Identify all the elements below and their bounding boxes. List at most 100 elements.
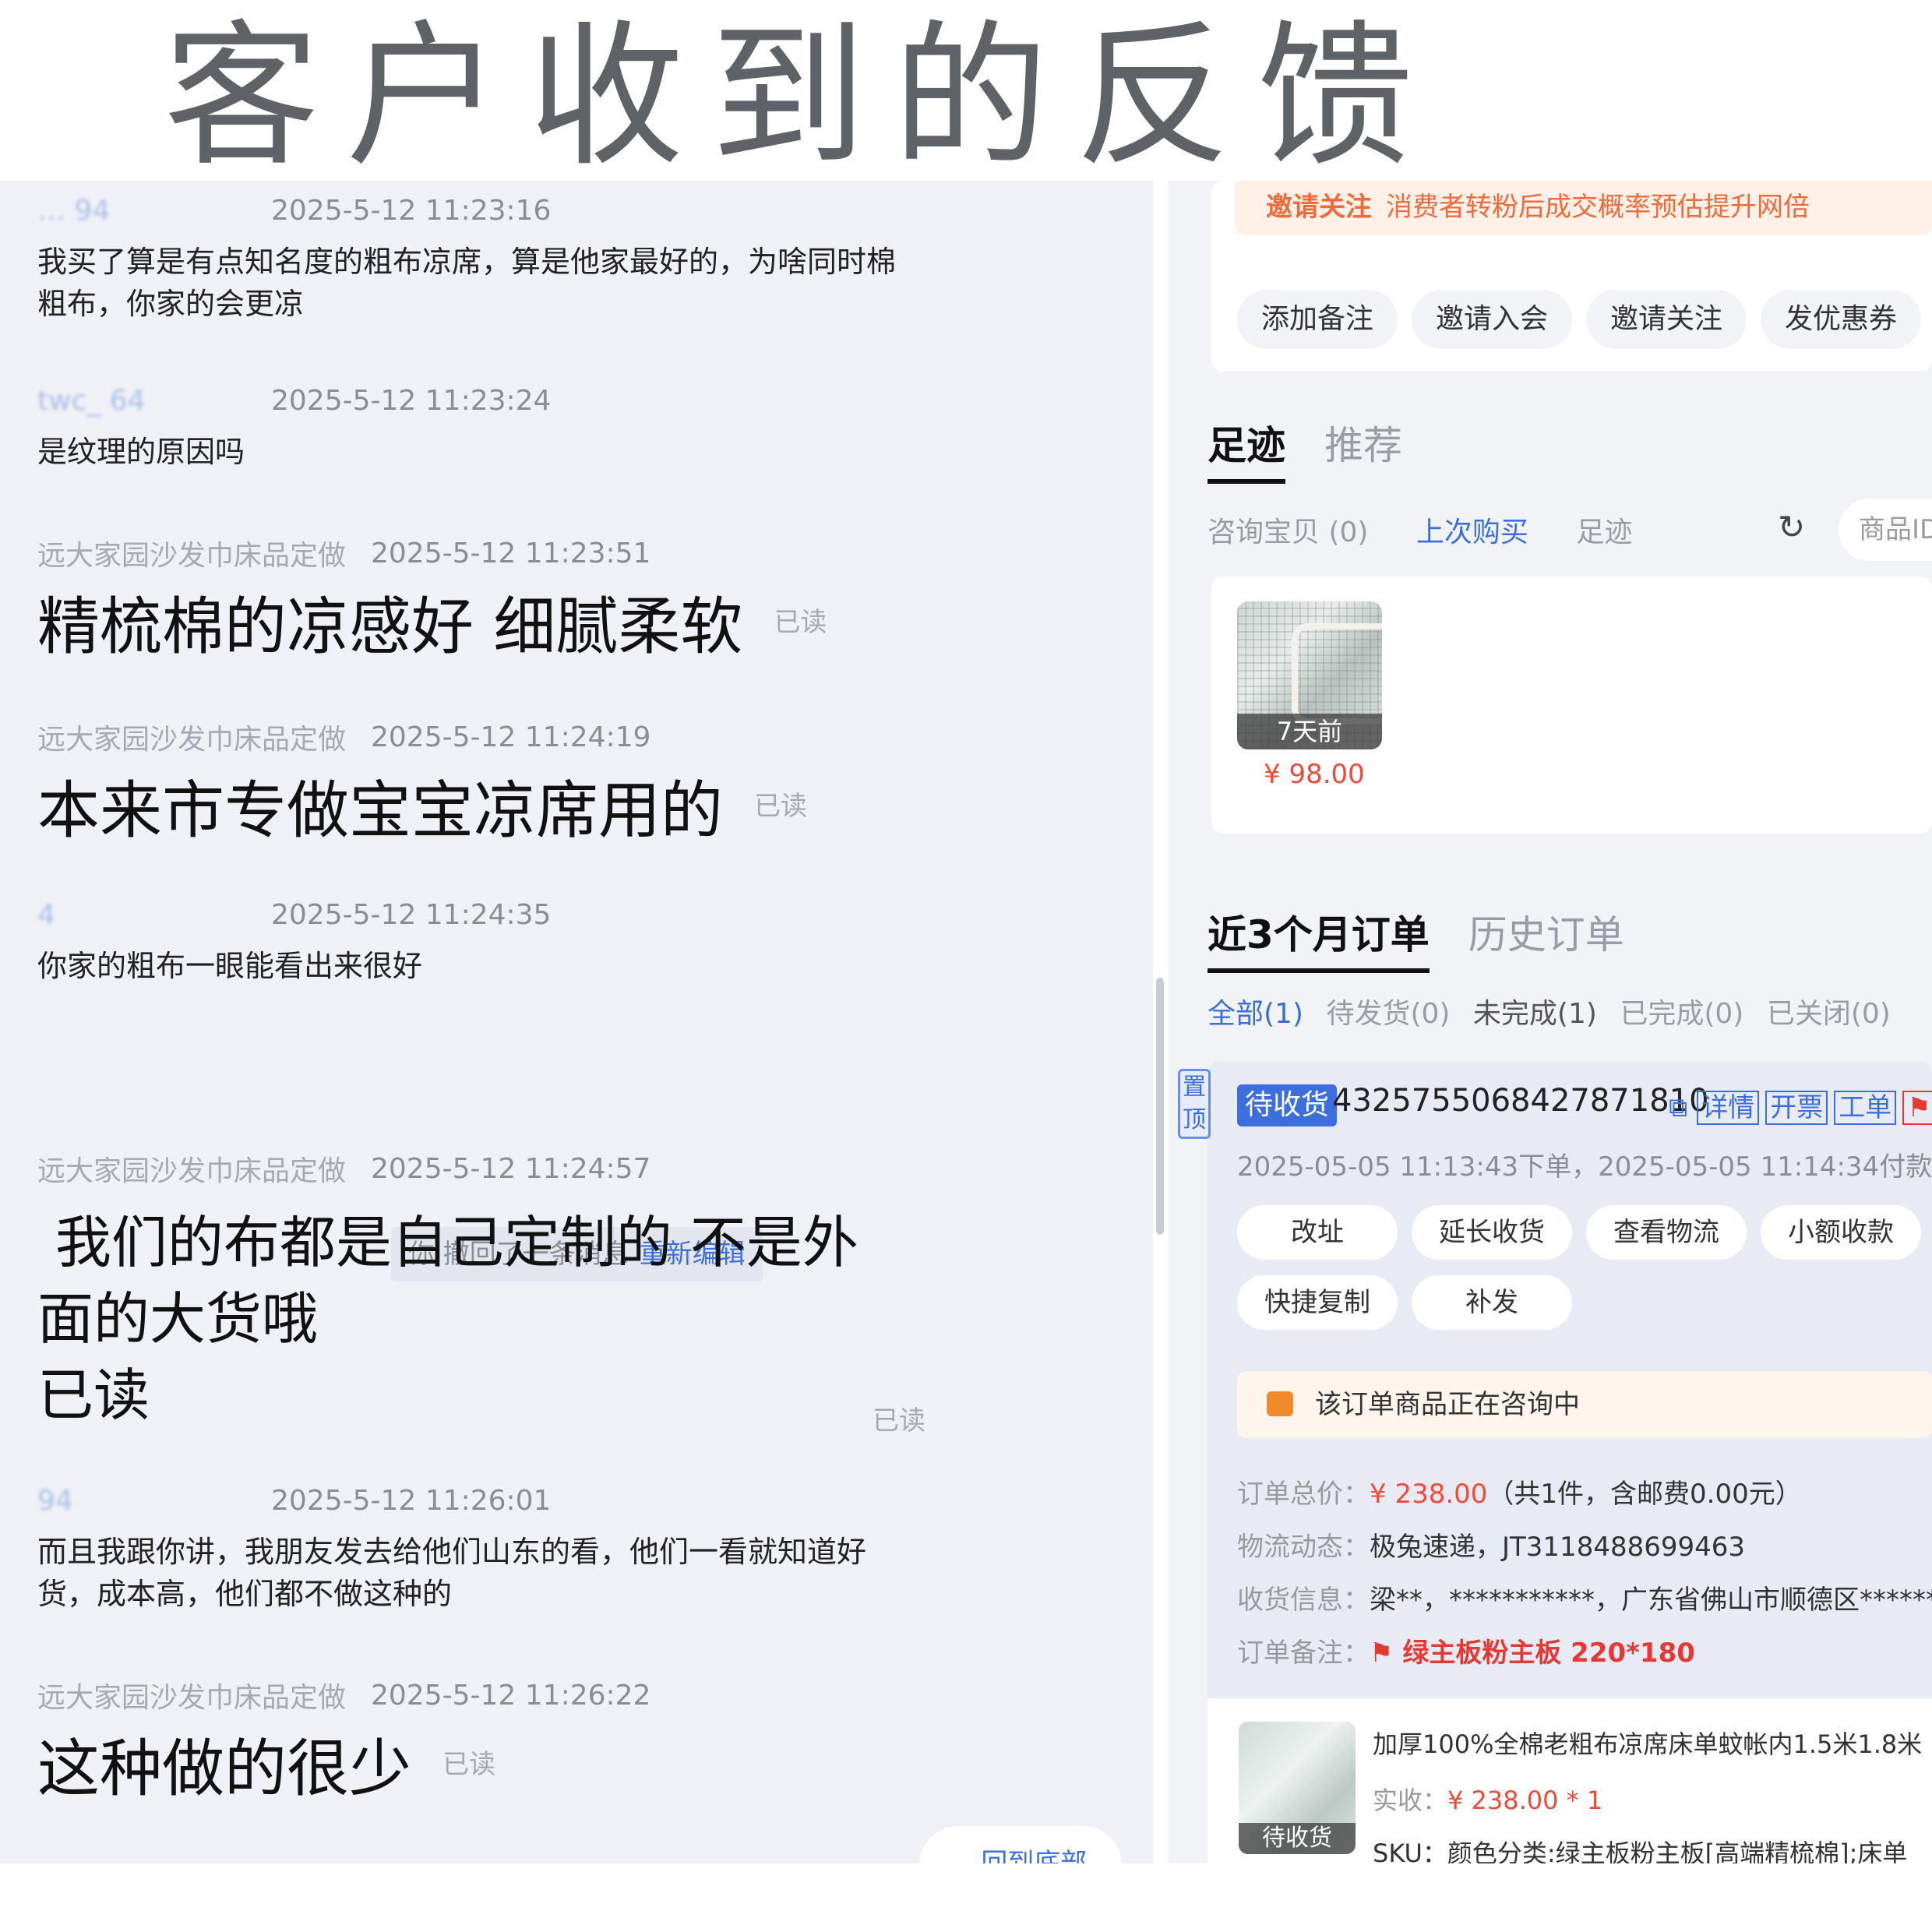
promo-text: 消费者转粉后成交概率预估提升网倍 (1386, 192, 1810, 223)
copy-icon[interactable]: ⧉ (1666, 1092, 1690, 1123)
viewed-time: 7天前 (1237, 714, 1382, 749)
invite-member-button[interactable]: 邀请入会 (1412, 290, 1572, 349)
order-links: ⧉ 详情 开票 工单 ⚑ (1666, 1086, 1932, 1125)
message-text: 精梳棉的凉感好 细腻柔软 (37, 591, 743, 663)
paid-label: 实收： (1373, 1786, 1448, 1815)
reissue-button[interactable]: 补发 (1412, 1275, 1572, 1330)
order-id: 4325755068427871810 (1332, 1083, 1709, 1119)
customer-panel: 邀请关注 消费者转粉后成交概率预估提升网倍 添加备注 邀请入会 邀请关注 发优惠券… (1169, 181, 1932, 1863)
sender-name: 4 (37, 899, 55, 931)
item-thumbnail[interactable]: 待收货 (1239, 1722, 1356, 1854)
invoice-link[interactable]: 开票 (1765, 1091, 1828, 1125)
chat-pane[interactable]: … 94 2025-5-12 11:23:16 我买了算是有点知名度的粗布凉席，算… (0, 181, 1153, 1863)
message-text-line: 我们的布都是自己定制的 不是外 (37, 1210, 858, 1275)
remark-label: 订单备注： (1237, 1638, 1370, 1669)
promo-strip[interactable]: 邀请关注 消费者转粉后成交概率预估提升网倍 (1235, 181, 1932, 235)
read-status: 已读 (754, 791, 807, 822)
chat-message: 94 2025-5-12 11:26:01 而且我跟你讲，我朋友发去给他们山东的看… (37, 1485, 910, 1615)
filter-closed[interactable]: 已关闭(0) (1767, 998, 1891, 1030)
chat-message: … 94 2025-5-12 11:23:16 我买了算是有点知名度的粗布凉席，算… (37, 195, 910, 325)
add-remark-button[interactable]: 添加备注 (1237, 290, 1398, 349)
product-price: ¥ 98.00 (1264, 759, 1365, 790)
subtab-consulted[interactable]: 咨询宝贝 (0) (1208, 516, 1368, 548)
shop-name: 远大家园沙发巾床品定做 (37, 724, 347, 756)
filter-all[interactable]: 全部(1) (1208, 998, 1303, 1030)
item-sku: SKU：颜色分类:绿主板粉主板[高端精梳棉];床单 (1373, 1839, 1908, 1863)
subtab-last-purchase[interactable]: 上次购买 (1416, 516, 1528, 548)
pin-tag[interactable]: 置顶 (1178, 1069, 1211, 1139)
message-text: 这种做的很少 (37, 1733, 411, 1805)
paid-value: ¥ 238.00 * 1 (1447, 1786, 1603, 1815)
message-time: 2025-5-12 11:23:16 (271, 195, 552, 227)
message-time: 2025-5-12 11:26:01 (271, 1485, 552, 1517)
shop-name: 远大家园沙发巾床品定做 (37, 540, 347, 572)
invite-follow-button[interactable]: 邀请关注 (1586, 290, 1747, 349)
message-text-line: 已读 (37, 1363, 150, 1428)
message-time: 2025-5-12 11:23:51 (371, 537, 651, 569)
small-payment-button[interactable]: 小额收款 (1761, 1205, 1921, 1260)
chat-message: 4 2025-5-12 11:24:35 你家的粗布一眼能看出来很好 (37, 899, 910, 987)
promo-title: 邀请关注 (1266, 192, 1372, 223)
read-status: 已读 (774, 607, 827, 638)
filter-finished[interactable]: 已完成(0) (1620, 998, 1743, 1030)
item-title[interactable]: 加厚100%全棉老粗布凉席床单蚊帐内1.5米1.8米 (1373, 1725, 1922, 1761)
message-time: 2025-5-12 11:24:35 (271, 899, 552, 931)
remark-row: 订单备注：⚑ 绿主板粉主板 220*180 (1237, 1631, 1695, 1669)
tab-footprint[interactable]: 足迹 (1208, 423, 1285, 484)
subtab-footprint[interactable]: 足迹 (1576, 516, 1632, 548)
order-total-row: 订单总价：¥ 238.00（共1件，含邮费0.00元） (1237, 1472, 1802, 1511)
chat-message: 远大家园沙发巾床品定做 2025-5-12 11:23:51 精梳棉的凉感好 细腻… (37, 533, 827, 665)
scroll-to-bottom-button[interactable]: ⌄ 回到底部 (919, 1826, 1122, 1863)
refresh-icon[interactable]: ↻ (1778, 508, 1805, 546)
flag-icon[interactable]: ⚑ (1902, 1091, 1932, 1125)
item-status: 待收货 (1239, 1823, 1356, 1854)
sender-name: twc_ 64 (37, 385, 146, 417)
sender-name: 94 (37, 1485, 73, 1517)
change-address-button[interactable]: 改址 (1237, 1205, 1398, 1260)
red-flag-icon: ⚑ (1370, 1638, 1403, 1669)
read-status: 已读 (442, 1749, 495, 1780)
filter-unfinished[interactable]: 未完成(1) (1473, 998, 1597, 1030)
item-paid-row: 实收：¥ 238.00 * 1 (1373, 1781, 1602, 1817)
tab-recent-orders[interactable]: 近3个月订单 (1208, 912, 1430, 973)
extend-receipt-button[interactable]: 延长收货 (1412, 1205, 1572, 1260)
total-value: ¥ 238.00 (1370, 1479, 1488, 1510)
order-tabs: 近3个月订单 历史订单 (1208, 904, 1624, 973)
filter-pending-ship[interactable]: 待发货(0) (1326, 998, 1450, 1030)
message-text: 我买了算是有点知名度的粗布凉席，算是他家最好的，为啥同时棉粗布，你家的会更凉 (37, 245, 897, 321)
scroll-to-bottom-label: 回到底部 (981, 1848, 1088, 1863)
logistics-label: 物流动态： (1237, 1532, 1370, 1563)
tab-history-orders[interactable]: 历史订单 (1468, 912, 1624, 957)
message-text: 你家的粗布一眼能看出来很好 (37, 949, 423, 983)
logistics-row: 物流动态：极兔速递，JT3118488699463 (1237, 1525, 1745, 1564)
total-label: 订单总价： (1237, 1479, 1370, 1510)
message-text: 是纹理的原因吗 (37, 435, 245, 469)
message-text: 本来市专做宝宝凉席用的 (37, 774, 723, 847)
product-id-search[interactable]: 商品ID (1839, 499, 1932, 561)
order-detail-link[interactable]: 详情 (1697, 1091, 1760, 1125)
quick-copy-button[interactable]: 快捷复制 (1237, 1275, 1398, 1330)
address-label: 收货信息： (1237, 1585, 1370, 1616)
message-text: 而且我跟你讲，我朋友发去给他们山东的看，他们一看就知道好货，成本高，他们都不做这… (37, 1535, 867, 1611)
ticket-link[interactable]: 工单 (1834, 1091, 1897, 1125)
logistics-value[interactable]: 极兔速递，JT3118488699463 (1370, 1532, 1745, 1563)
message-time: 2025-5-12 11:23:24 (271, 385, 552, 417)
product-thumbnail[interactable]: 7天前 (1237, 601, 1382, 749)
footprint-subtabs: 咨询宝贝 (0) 上次购买 足迹 (1208, 509, 1671, 550)
chat-message: twc_ 64 2025-5-12 11:23:24 是纹理的原因吗 (37, 385, 910, 473)
chat-message: 远大家园沙发巾床品定做 2025-5-12 11:24:57 我们的布都是自己定制… (37, 1148, 858, 1433)
view-logistics-button[interactable]: 查看物流 (1586, 1205, 1747, 1260)
footprint-tabs: 足迹 推荐 (1208, 414, 1402, 484)
send-coupon-button[interactable]: 发优惠券 (1761, 290, 1921, 349)
message-text-line: 面的大货哦 (37, 1286, 319, 1352)
chat-scrollbar[interactable] (1156, 978, 1164, 1235)
tab-recommend[interactable]: 推荐 (1324, 423, 1402, 468)
message-time: 2025-5-12 11:24:57 (371, 1152, 651, 1185)
chat-message: 远大家园沙发巾床品定做 2025-5-12 11:26:22 这种做的很少 已读 (37, 1675, 650, 1807)
order-filters: 全部(1) 待发货(0) 未完成(1) 已完成(0) 已关闭(0) (1208, 991, 1930, 1031)
message-time: 2025-5-12 11:26:22 (371, 1679, 651, 1712)
page-title: 客户收到的反馈 (164, 6, 1440, 188)
address-row: 收货信息：梁**，***********，广东省佛山市顺德区******** (1237, 1578, 1932, 1616)
order-times: 2025-05-05 11:13:43下单，2025-05-05 11:14:3… (1237, 1151, 1932, 1183)
consulting-notice: 该订单商品正在咨询中 (1237, 1371, 1932, 1438)
